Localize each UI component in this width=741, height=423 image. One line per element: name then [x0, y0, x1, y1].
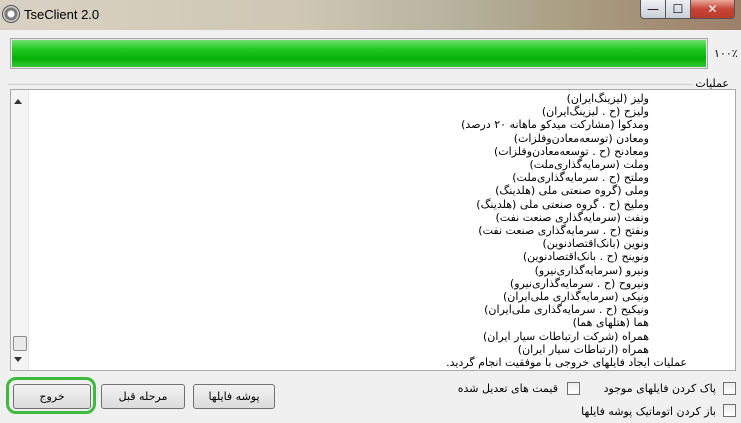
- log-scrollbar[interactable]: [11, 90, 29, 370]
- log-line: وملتح (ح . سرمایه‌گذاری‌ملت): [512, 171, 649, 185]
- log-line: ونوین (بانک‌اقتصادنوین): [542, 237, 650, 251]
- log-line: ونیروح (ح . سرمایه‌گذاری‌نیرو): [509, 276, 649, 290]
- log-line: ونیرو (سرمایه‌گذاری‌نیرو): [534, 263, 649, 277]
- log-line: ونفت (سرمایه‌گذاری صنعت نفت): [495, 210, 649, 224]
- log-lines: ولیز (لیزینگ‌ایران) ولیزح (ح . لیزینگ‌ایر…: [446, 92, 687, 369]
- log-line: ومعادن (توسعه‌معادن‌وفلزات): [513, 131, 649, 145]
- adjusted-prices-checkbox[interactable]: [567, 382, 580, 395]
- operations-group-border: [8, 84, 693, 85]
- log-line: ونوینح (ح . بانک‌اقتصادنوین): [522, 250, 649, 264]
- log-line: عملیات ایجاد فایلهای خروجی با موفقیت انج…: [446, 356, 687, 370]
- window-controls: — ☐ ✕: [640, 0, 735, 19]
- close-icon: ✕: [707, 2, 718, 16]
- maximize-button[interactable]: ☐: [666, 0, 691, 19]
- clear-existing-label: پاک کردن فایلهای موجود: [603, 382, 716, 395]
- log-line: وملی (گروه صنعتی ملی (هلدینگ): [495, 184, 649, 198]
- log-line: ومعادنح (ح . توسعه‌معادن‌وفلزات): [494, 144, 649, 158]
- log-line: ومدکوا (مشارکت میدکو ماهانه ۲۰ درصد): [461, 118, 649, 132]
- auto-open-folder-checkbox[interactable]: [723, 404, 736, 417]
- title-bar: TseClient 2.0 — ☐ ✕: [0, 0, 741, 30]
- scroll-up-arrow-icon[interactable]: [14, 99, 22, 104]
- log-line: وملیح (ح . گروه صنعتی ملی (هلدینگ): [476, 197, 649, 211]
- log-line: ولیزح (ح . لیزینگ‌ایران): [541, 105, 649, 119]
- adjusted-prices-label: قیمت های تعدیل شده: [457, 382, 558, 395]
- log-line: هما (هتلهای هما): [572, 316, 649, 330]
- operations-log-list[interactable]: ولیز (لیزینگ‌ایران) ولیزح (ح . لیزینگ‌ایر…: [10, 89, 736, 371]
- output-folder-button[interactable]: پوشه فایلها: [193, 384, 275, 409]
- log-line: همراه (ارتباطات سیار ایران): [517, 342, 649, 356]
- log-line: ونیکی (سرمایه‌گذاری ملی‌ایران): [502, 290, 649, 304]
- close-button[interactable]: ✕: [691, 0, 735, 19]
- log-line: همراه (شرکت ارتباطات سیار ایران): [482, 329, 649, 343]
- log-line: ونفتح (ح . سرمایه‌گذاری صنعت نفت): [478, 224, 649, 238]
- maximize-icon: ☐: [672, 2, 684, 16]
- clear-existing-checkbox[interactable]: [723, 382, 736, 395]
- log-line: ونیکیح (ح . سرمایه‌گذاری ملی‌ایران): [484, 303, 649, 317]
- log-line: وملت (سرمایه‌گذاری‌ملت): [529, 158, 649, 172]
- progress-bar-fill: [12, 40, 706, 67]
- progress-bar: [10, 38, 708, 69]
- minimize-icon: —: [647, 2, 659, 16]
- exit-button[interactable]: خروج: [13, 384, 91, 409]
- previous-step-button[interactable]: مرحله قبل: [101, 384, 185, 409]
- progress-percent: ۱۰۰٪: [714, 47, 738, 60]
- log-line: ولیز (لیزینگ‌ایران): [566, 92, 649, 105]
- scroll-down-arrow-icon[interactable]: [14, 357, 22, 362]
- window-title: TseClient 2.0: [24, 7, 100, 22]
- minimize-button[interactable]: —: [640, 0, 666, 19]
- auto-open-folder-label: باز کردن اتوماتیک پوشه فایلها: [581, 405, 716, 418]
- app-gear-icon[interactable]: [2, 5, 20, 23]
- scroll-thumb[interactable]: [13, 336, 27, 351]
